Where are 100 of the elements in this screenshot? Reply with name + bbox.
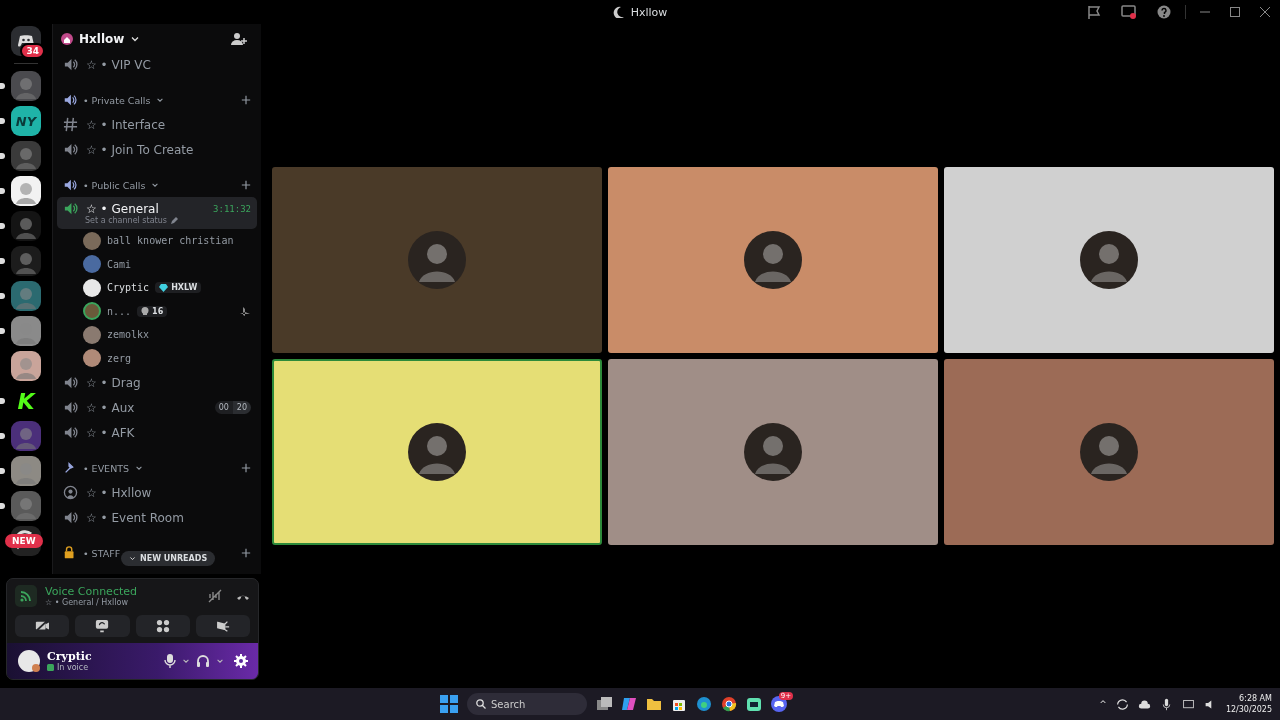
close-icon[interactable] (1260, 7, 1270, 17)
soundboard-icon (215, 619, 230, 633)
channel-name: ☆ • Hxllow (86, 485, 152, 500)
copilot-icon[interactable] (621, 696, 637, 712)
settings-icon[interactable] (234, 654, 248, 668)
network-icon[interactable] (1181, 697, 1195, 711)
server-name[interactable]: Hxllow (79, 32, 125, 46)
noise-suppression-icon[interactable] (208, 589, 222, 603)
gem-icon (159, 283, 169, 292)
video-tile[interactable] (608, 359, 938, 545)
voice-status: Voice Connected (45, 585, 137, 598)
speaker-icon (63, 375, 78, 390)
tray-chevron[interactable]: ^ (1099, 699, 1107, 709)
browser-icon[interactable] (696, 696, 712, 712)
voice-location[interactable]: ☆ • General / Hxllow (45, 598, 137, 607)
member-name[interactable]: Cryptic (107, 282, 150, 294)
activity-badge: 16 (137, 305, 168, 317)
chevron-icon[interactable] (182, 657, 190, 665)
speaker-icon (63, 93, 77, 107)
user-avatar (743, 230, 803, 290)
channel-item[interactable]: ☆ • VIP VC (57, 52, 257, 77)
task-view-icon[interactable] (596, 696, 612, 712)
stage-icon (63, 485, 78, 500)
window-title: Hxllow (630, 5, 668, 19)
screen-share-icon (95, 619, 110, 633)
server-icon[interactable]: NY (11, 106, 41, 136)
video-tile[interactable] (272, 359, 602, 545)
lock-icon (63, 546, 77, 560)
chrome-icon[interactable] (721, 696, 737, 712)
add-channel-icon[interactable] (241, 180, 251, 190)
member-name[interactable]: n... (107, 305, 132, 317)
channel-name: ☆ • Event Room (86, 510, 184, 525)
clock-time: 6:28 AM (1238, 693, 1272, 704)
screen-record-icon[interactable] (1121, 5, 1137, 19)
headphones-icon[interactable] (196, 654, 210, 668)
channel-name: ☆ • AFK (86, 425, 135, 440)
channel-status[interactable]: Set a channel status (85, 216, 167, 225)
speaker-icon (63, 425, 78, 440)
server-icon[interactable] (11, 316, 41, 346)
video-tile[interactable] (272, 167, 602, 353)
call-timer: 3:11:32 (213, 203, 251, 214)
cloud-icon[interactable] (1137, 697, 1151, 711)
camera-off-button[interactable] (15, 615, 70, 637)
channel-name: ☆ • Interface (86, 117, 166, 132)
folder-icon[interactable] (646, 696, 662, 712)
add-channel-icon[interactable] (241, 95, 251, 105)
add-channel-icon[interactable] (241, 463, 251, 473)
help-icon[interactable] (1157, 5, 1171, 19)
channel-item[interactable]: ☆ • AFK (57, 420, 257, 445)
search-icon (476, 699, 486, 709)
video-tile[interactable] (944, 167, 1274, 353)
voice-status-icon (47, 664, 54, 671)
chevron-icon[interactable] (216, 657, 224, 665)
activities-icon (155, 619, 170, 633)
speaker-icon (63, 178, 77, 192)
channel-item[interactable]: ☆ • Interface (57, 112, 257, 137)
windows-icon[interactable] (440, 695, 458, 713)
video-tile[interactable] (944, 359, 1274, 545)
chevron-icon (135, 464, 144, 472)
user-limit: 00 20 (214, 401, 251, 414)
sync-icon[interactable] (1115, 697, 1129, 711)
video-tile[interactable] (608, 167, 938, 353)
channel-item[interactable]: ☆ • Hxllow (57, 480, 257, 505)
category-label[interactable]: • EVENTS (83, 462, 130, 474)
member-name[interactable]: ball knower christian (107, 235, 234, 247)
category-label[interactable]: • STAFF (83, 547, 121, 559)
discord-icon[interactable] (771, 696, 787, 712)
signal-icon (19, 589, 33, 603)
skull-icon (141, 307, 150, 316)
speaker-icon (63, 400, 78, 415)
member-name[interactable]: zerg (107, 352, 132, 364)
channel-name: ☆ • Aux (86, 400, 135, 415)
pencil-icon (169, 216, 178, 225)
server-icon[interactable] (11, 456, 41, 486)
category-label[interactable]: • Private Calls (83, 94, 151, 106)
channel-item[interactable]: ☆ • General 3:11:32 Set a channel status (57, 197, 257, 229)
invite-icon[interactable] (231, 32, 247, 46)
server-icon[interactable] (11, 176, 41, 206)
channel-item[interactable]: ☆ • Event Room (57, 505, 257, 530)
user-avatar (407, 230, 467, 290)
activities-button[interactable] (135, 615, 190, 637)
screen-share-button[interactable] (75, 615, 130, 637)
category-label[interactable]: • Public Calls (83, 179, 146, 191)
chevron-icon (129, 555, 136, 562)
search-field[interactable]: Search (467, 693, 587, 715)
channel-item[interactable]: ☆ • Drag (57, 370, 257, 395)
flag-icon[interactable] (1087, 5, 1101, 19)
maximize-icon[interactable] (1230, 7, 1240, 17)
member-name[interactable]: zemolkx (107, 329, 150, 341)
chevron-icon (151, 181, 160, 189)
microphone-icon[interactable] (164, 654, 176, 668)
speaker-icon (63, 510, 78, 525)
channel-item[interactable]: ☆ • Join To Create (57, 137, 257, 162)
soundboard-button[interactable] (195, 615, 250, 637)
channel-item[interactable]: ☆ • Aux 00 20 (57, 395, 257, 420)
add-channel-icon[interactable] (241, 548, 251, 558)
new-unreads-button[interactable]: NEW UNREADS (121, 551, 216, 566)
clock-date: 12/30/2025 (1225, 704, 1272, 715)
member-name[interactable]: Cami (107, 258, 132, 270)
server-icon[interactable] (11, 351, 41, 381)
